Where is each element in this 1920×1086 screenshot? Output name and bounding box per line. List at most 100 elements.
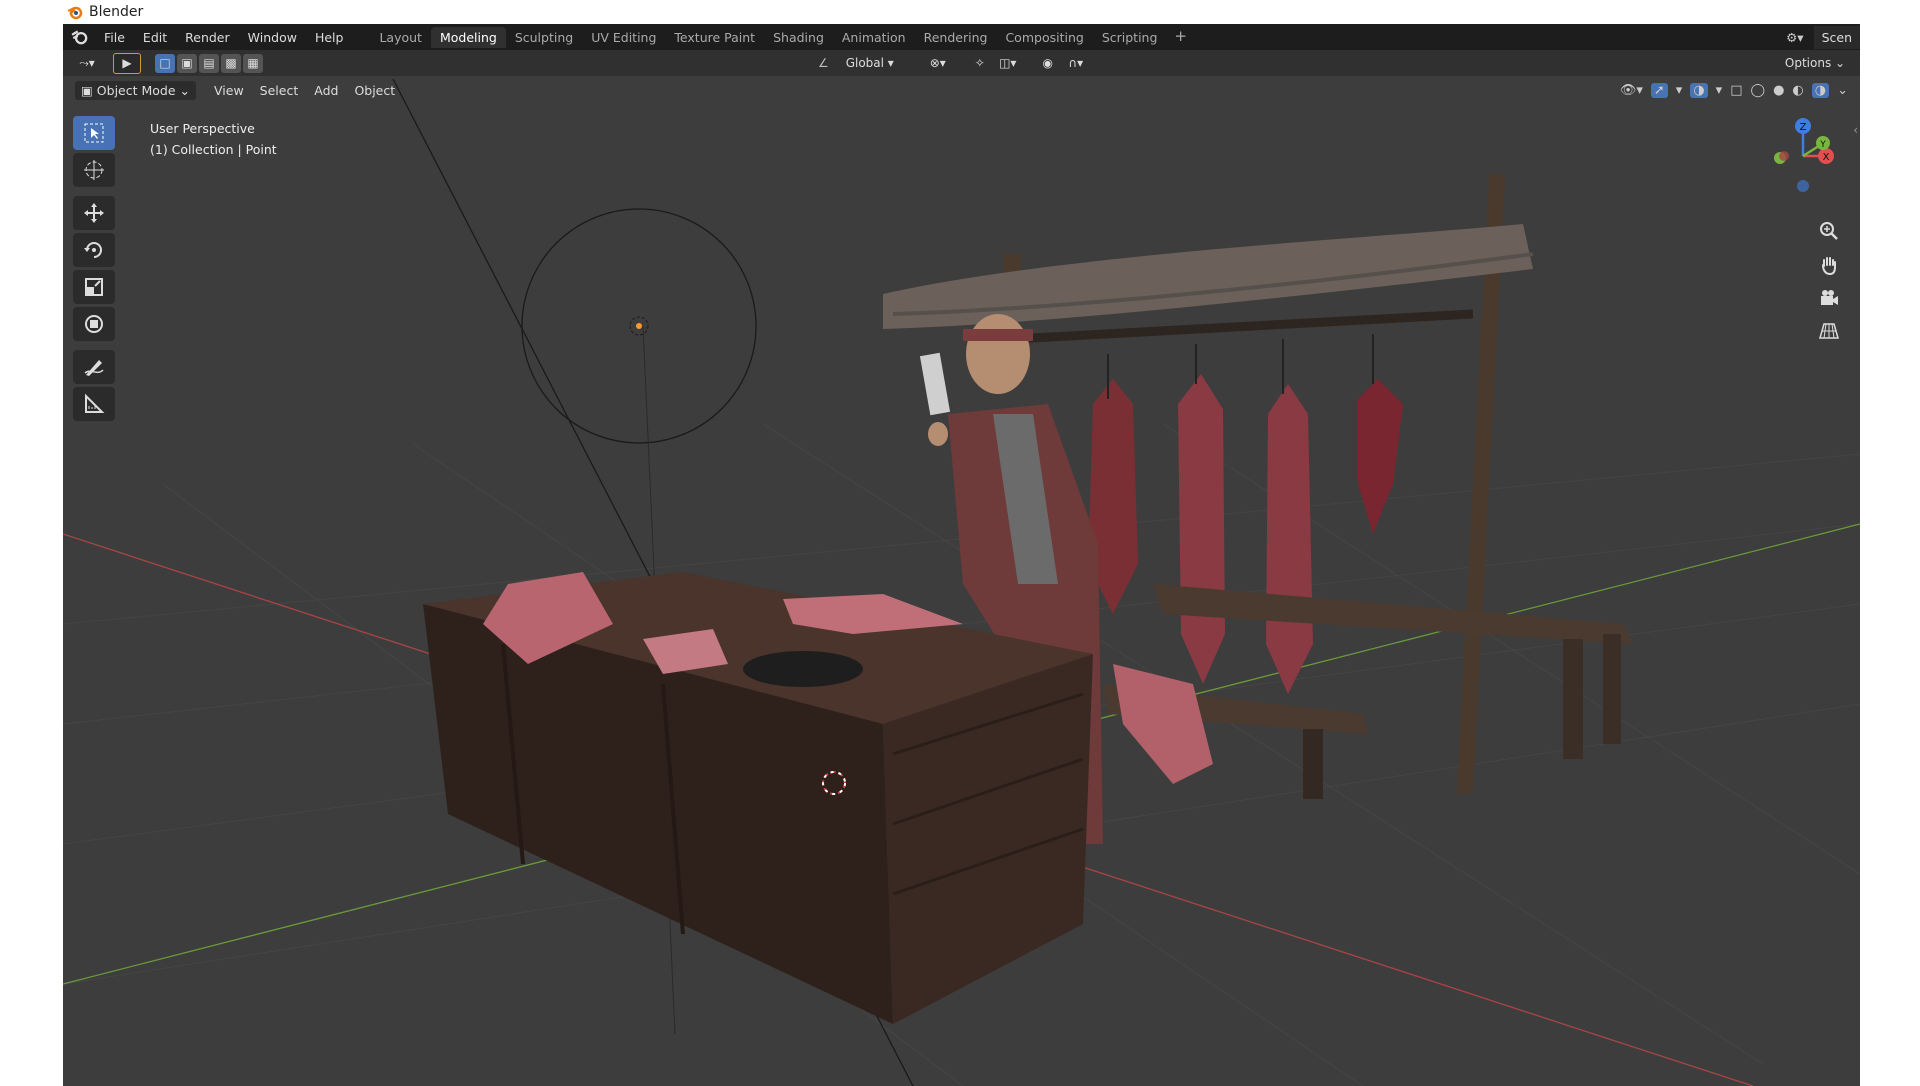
tab-texture-paint[interactable]: Texture Paint — [665, 27, 764, 48]
camera-icon — [1821, 290, 1838, 305]
shading-options-dropdown-icon[interactable]: ⌄ — [1837, 83, 1848, 98]
blender-menu-icon[interactable] — [71, 28, 89, 46]
zoom-icon — [1820, 222, 1838, 240]
viewport-scene[interactable] — [63, 24, 1860, 1086]
viewport-header: ▣ Object Mode ⌄ View Select Add Object 👁… — [63, 76, 1860, 104]
menu-help[interactable]: Help — [306, 30, 353, 45]
zoom-button[interactable] — [1814, 216, 1844, 246]
select-mode-intersect-icon[interactable]: ▦ — [243, 53, 263, 73]
options-label: Options — [1784, 56, 1832, 70]
select-mode-set-icon[interactable]: □ — [155, 53, 175, 73]
camera-view-button[interactable] — [1814, 283, 1844, 313]
falloff-dropdown[interactable]: ∩▾ — [1060, 53, 1091, 73]
menu-edit[interactable]: Edit — [134, 30, 176, 45]
gizmo-z-label: Z — [1800, 122, 1807, 133]
mode-dropdown[interactable]: ▣ Object Mode ⌄ — [75, 80, 196, 100]
viewport-info: User Perspective (1) Collection | Point — [150, 118, 277, 160]
window-titlebar: Blender — [63, 0, 1860, 24]
options-dropdown[interactable]: Options ⌄ — [1780, 53, 1850, 73]
perspective-label: User Perspective — [150, 121, 255, 136]
annotate-tool[interactable] — [73, 350, 115, 384]
select-box-tool[interactable] — [73, 116, 115, 150]
select-box-icon — [84, 123, 104, 143]
select-mode-subtract-icon[interactable]: ▤ — [199, 53, 219, 73]
tab-animation[interactable]: Animation — [833, 27, 915, 48]
tab-shading[interactable]: Shading — [764, 27, 833, 48]
material-preview-shading-icon[interactable]: ◐ — [1792, 83, 1803, 98]
object-mode-icon: ▣ — [81, 82, 97, 98]
sidebar-toggle-icon[interactable]: ‹ — [1853, 123, 1858, 137]
tab-sculpting[interactable]: Sculpting — [506, 27, 582, 48]
scene-selector: ⚙▾ Scen — [1776, 24, 1860, 50]
transform-orientation-dropdown[interactable]: Global ▾ — [832, 53, 907, 73]
scale-icon — [85, 278, 103, 296]
gizmo-neg-x-axis[interactable] — [1779, 151, 1789, 161]
snap-target-dropdown[interactable]: ◫▾ — [992, 53, 1023, 73]
hand-icon — [1822, 257, 1836, 275]
blender-app: File Edit Render Window Help Layout Mode… — [63, 24, 1860, 1086]
orientation-icon: ∠ — [818, 56, 829, 70]
orientation-label: Global — [845, 56, 884, 70]
select-tool-icon[interactable]: ▶ — [113, 52, 141, 74]
mode-label: Object Mode — [96, 82, 176, 98]
navigation-gizmo[interactable]: Z X Y — [1758, 116, 1848, 206]
measure-icon — [85, 393, 105, 413]
gizmo-x-label: X — [1823, 152, 1830, 163]
viewport-display-controls: 👁▾ ➚ ▾ ◑ ▾ □ ◯ ● ◐ ◑ ⌄ — [1620, 82, 1848, 98]
cursor-icon — [84, 160, 104, 180]
snap-toggle-icon[interactable]: ✧ — [968, 53, 991, 73]
transform-pivot-icon[interactable]: ⤳▾ — [71, 53, 103, 73]
move-icon — [84, 203, 104, 223]
top-bar: File Edit Render Window Help Layout Mode… — [63, 24, 1860, 50]
rendered-shading-icon[interactable]: ◑ — [1811, 82, 1830, 98]
rotate-icon — [84, 242, 102, 258]
tab-modeling[interactable]: Modeling — [430, 26, 506, 48]
pan-button[interactable] — [1814, 250, 1844, 280]
tab-scripting[interactable]: Scripting — [1093, 27, 1167, 48]
xray-toggle-icon[interactable]: □ — [1730, 83, 1742, 98]
transform-icon — [85, 315, 103, 333]
select-mode-invert-icon[interactable]: ▩ — [221, 53, 241, 73]
transform-tool[interactable] — [73, 307, 115, 341]
gizmo-dropdown-icon[interactable]: ▾ — [1676, 83, 1683, 98]
menu-select[interactable]: Select — [252, 83, 307, 98]
tool-header: ⤳▾ ▶ □ ▣ ▤ ▩ ▦ ∠ Global ▾ ⊗▾ ✧ ◫▾ ◉ ∩▾ O… — [63, 50, 1860, 76]
wireframe-shading-icon[interactable]: ◯ — [1751, 83, 1766, 98]
blender-logo-icon — [67, 6, 83, 20]
measure-tool[interactable] — [73, 387, 115, 421]
proportional-edit-icon[interactable]: ◉ — [1036, 53, 1059, 73]
perspective-toggle-button[interactable] — [1814, 316, 1844, 346]
visibility-eye-icon[interactable]: 👁▾ — [1620, 83, 1643, 98]
tab-layout[interactable]: Layout — [370, 27, 431, 48]
tool-shelf — [73, 116, 117, 424]
rotate-tool[interactable] — [73, 233, 115, 267]
add-workspace-button[interactable]: + — [1166, 27, 1195, 48]
tab-compositing[interactable]: Compositing — [996, 27, 1092, 48]
select-mode-extend-icon[interactable]: ▣ — [177, 53, 197, 73]
overlay-dropdown-icon[interactable]: ▾ — [1716, 83, 1723, 98]
annotate-icon — [84, 360, 104, 376]
gizmo-y-label: Y — [1819, 140, 1826, 150]
menu-object[interactable]: Object — [346, 83, 403, 98]
workspace-tabs: Layout Modeling Sculpting UV Editing Tex… — [370, 26, 1195, 48]
overlay-toggle-icon[interactable]: ◑ — [1690, 82, 1708, 98]
tab-rendering[interactable]: Rendering — [915, 27, 997, 48]
menu-render[interactable]: Render — [176, 30, 239, 45]
scale-tool[interactable] — [73, 270, 115, 304]
menu-file[interactable]: File — [95, 30, 134, 45]
collection-label: (1) Collection | Point — [150, 142, 277, 157]
gizmo-neg-z-axis[interactable] — [1797, 180, 1809, 192]
move-tool[interactable] — [73, 196, 115, 230]
scene-icon[interactable]: ⚙▾ — [1776, 30, 1813, 45]
menu-add[interactable]: Add — [306, 83, 346, 98]
gizmo-toggle-icon[interactable]: ➚ — [1650, 82, 1668, 98]
scene-name[interactable]: Scen — [1813, 25, 1860, 49]
menu-window[interactable]: Window — [239, 30, 306, 45]
grid-perspective-icon — [1819, 323, 1839, 339]
solid-shading-icon[interactable]: ● — [1773, 83, 1784, 98]
tab-uv-editing[interactable]: UV Editing — [582, 27, 665, 48]
cursor-tool[interactable] — [73, 153, 115, 187]
window-title: Blender — [89, 4, 144, 20]
menu-view[interactable]: View — [206, 83, 252, 98]
pivot-point-dropdown[interactable]: ⊗▾ — [920, 53, 955, 73]
